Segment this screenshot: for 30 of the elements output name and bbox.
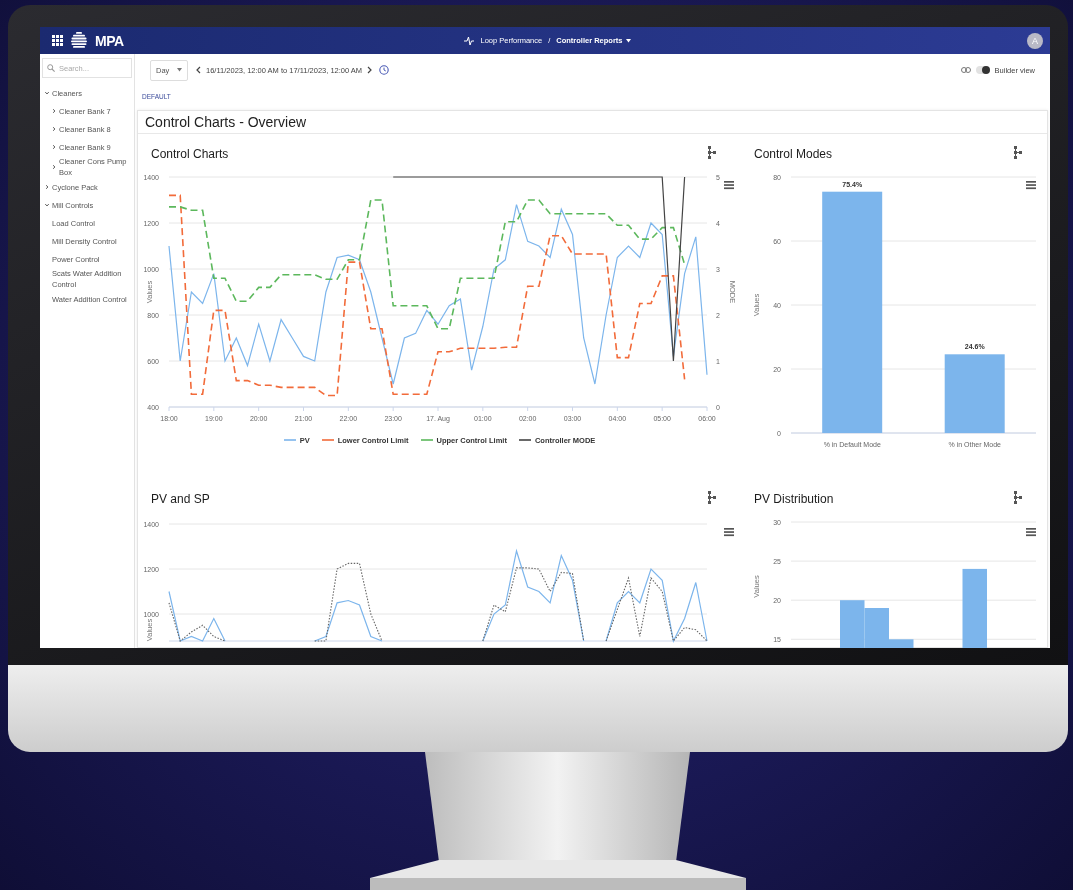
legend-swatch[interactable] <box>321 438 334 442</box>
legend-swatch[interactable] <box>518 438 531 442</box>
logo-icon <box>71 32 87 49</box>
search-icon <box>47 64 55 72</box>
panel-title: PV Distribution <box>754 491 834 507</box>
caret-icon <box>625 38 631 43</box>
toggle-switch[interactable] <box>975 66 990 74</box>
chart-menu-icon[interactable] <box>1026 528 1036 537</box>
panel-title: PV and SP <box>151 491 210 507</box>
chart-menu-icon[interactable] <box>724 528 734 537</box>
legend-swatch[interactable] <box>420 438 433 442</box>
hierarchy-icon[interactable] <box>1014 146 1022 159</box>
dashboard-title: Control Charts - Overview <box>145 114 307 130</box>
chart-menu-icon[interactable] <box>1026 181 1036 190</box>
pulse-icon <box>464 35 475 46</box>
hierarchy-icon[interactable] <box>708 491 716 504</box>
chart-menu-icon[interactable] <box>724 181 734 190</box>
legend-swatch[interactable] <box>283 438 296 442</box>
link-icon[interactable] <box>960 67 971 73</box>
hierarchy-icon[interactable] <box>708 146 716 159</box>
hierarchy-icon[interactable] <box>1014 491 1022 504</box>
histogram-bar <box>840 600 865 648</box>
chevron-left-icon[interactable] <box>196 66 201 74</box>
panel-title: Control Modes <box>754 146 833 162</box>
panel-title: Control Charts <box>151 146 229 162</box>
logo-text: MPA <box>95 32 124 49</box>
app-grid-icon[interactable] <box>52 35 63 46</box>
caret-icon <box>177 68 182 72</box>
chevron-right-icon[interactable] <box>367 66 373 74</box>
clock-icon[interactable] <box>379 65 390 75</box>
